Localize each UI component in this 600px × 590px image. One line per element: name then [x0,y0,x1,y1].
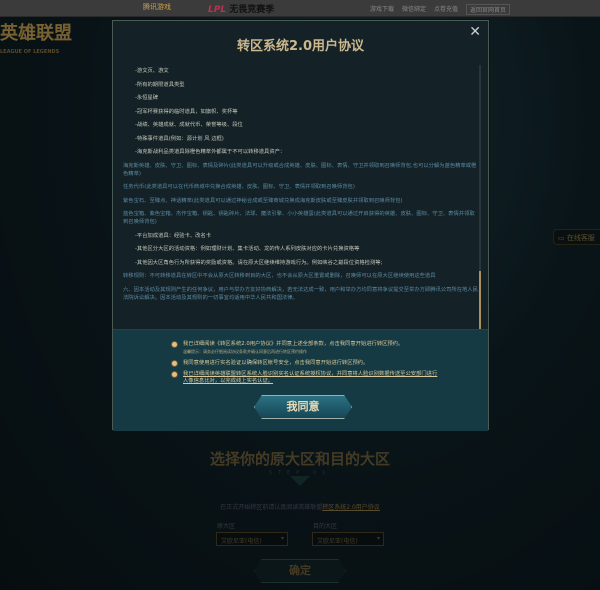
agreement-paragraph: 任务代币(此类道具可以在代币商城中兑换合成英雄、皮肤、图标、守卫、表情并领取到召… [123,184,355,190]
link-recharge[interactable]: 点卷充值 [434,4,458,15]
link-home[interactable]: 返回官网首页 [466,4,511,15]
agreement-paragraph: -永恒星碑 [135,95,159,101]
agreement-paragraph: -海克斯战利品类道具除橙色精萃外都属于不可以转移道具资产： [135,149,286,155]
check-label: 我已详细阅读《转区系统2.0用户协议》并同意上述全部条款，点击我同意开始进行转区… [183,341,404,347]
link-download[interactable]: 游戏下载 [370,4,394,15]
radio-checked-icon [171,360,178,367]
lpl-text: LPL [208,5,227,15]
radio-checked-icon [171,371,178,378]
agreement-paragraph: -特殊事件道具(例如：源计划 风 边框) [135,135,224,142]
check-label: 我已详细阅读英雄联盟转区系统人脸识别实名认证系统授权协议，并同意将人脸识别数据传… [183,371,438,384]
agreement-paragraph: -平台加成道具：经验卡、改名卡 [135,232,212,239]
agreement-paragraph: -所有的期限道具类型 [135,81,185,88]
agree-button[interactable]: 我同意 [254,395,352,419]
top-bar: 腾讯游戏 LPL 无畏竞赛季 游戏下载 微信绑定 点卷充值 返回官网首页 [0,0,600,17]
modal-title: 转区系统2.0用户协议 [236,39,365,54]
tencent-games-logo[interactable]: 腾讯游戏 [143,2,171,12]
agreement-content[interactable]: -游文页、游文 -所有的期限道具类型 -永恒星碑 -冠军杯赛获得的临时道具，如旗帜、奖… [123,67,478,331]
scrollbar-thumb[interactable] [479,271,481,331]
link-wechat[interactable]: 微信绑定 [402,4,426,15]
agreement-paragraph: -其他因大区角色行为所获得的奖励或资格。请在原大区继续维持游戏行为。例如峡谷之巅… [135,259,383,266]
check-label: 我同意使用进行实名验证以确保转区帐号安全，点击我同意开始进行转区预约。 [183,360,369,366]
agreement-paragraph: -游文页、游文 [135,68,169,74]
checkbox-realname[interactable]: 我同意使用进行实名验证以确保转区帐号安全，点击我同意开始进行转区预约。 [171,360,441,367]
agreement-paragraph: 蓝色宝箱、紫色宝箱、杰作宝箱、钥匙、钥匙碎片、法球、魔法引擎、小小英雄蛋(此类道… [123,211,475,225]
agreement-paragraph: -冠军杯赛获得的临时道具，如旗帜、奖杯等 [135,108,238,115]
agreement-paragraph: 转移规则：不可转移道具在转区中不会从原大区转移到目的大区，也不会从原大区重置或删… [123,273,436,279]
top-links: 游戏下载 微信绑定 点卷充值 返回官网首页 [370,4,511,15]
check-tip: 温馨提示：请务必仔细阅读协议条款并确认同意后再进行转区预约操作 [183,349,307,354]
radio-checked-icon [171,341,178,348]
agreement-paragraph: -其他区分大区的活动资格：例如理财计划、集卡活动、龙的传人系列皮肤对应的卡片兑换… [135,246,360,252]
agreement-modal: ✕ 转区系统2.0用户协议 -游文页、游文 -所有的期限道具类型 -永恒星碑 -冠军杯… [112,20,489,431]
agreement-paragraph: 紫色宝石、至臻点、神话精萃(此类道具可以通过神秘合成或至臻商城兑换成海克斯皮肤或… [123,197,403,204]
agreement-paragraph: 海克斯英雄、皮肤、守卫、图标、表情及碎片(此类道具可以升级或合成英雄、皮肤、图标… [123,162,477,177]
lpl-slogan: 无畏竞赛季 [229,5,275,15]
agreement-footer: 我已详细阅读《转区系统2.0用户协议》并同意上述全部条款，点击我同意开始进行转区… [113,329,488,431]
lpl-logo[interactable]: LPL 无畏竞赛季 [208,2,274,15]
agreement-paragraph: -战绩、英雄成就、成就代币、荣誉等级、段位 [135,122,243,128]
checkbox-agree-terms[interactable]: 我已详细阅读《转区系统2.0用户协议》并同意上述全部条款，点击我同意开始进行转区… [171,341,441,355]
agreement-paragraph: 六、因本活动及其规则产生的任何争议，用户与举办方友好协商解决，若无法达成一致，用… [123,286,478,301]
checkbox-face-recognition[interactable]: 我已详细阅读英雄联盟转区系统人脸识别实名认证系统授权协议，并同意将人脸识别数据传… [171,371,441,385]
